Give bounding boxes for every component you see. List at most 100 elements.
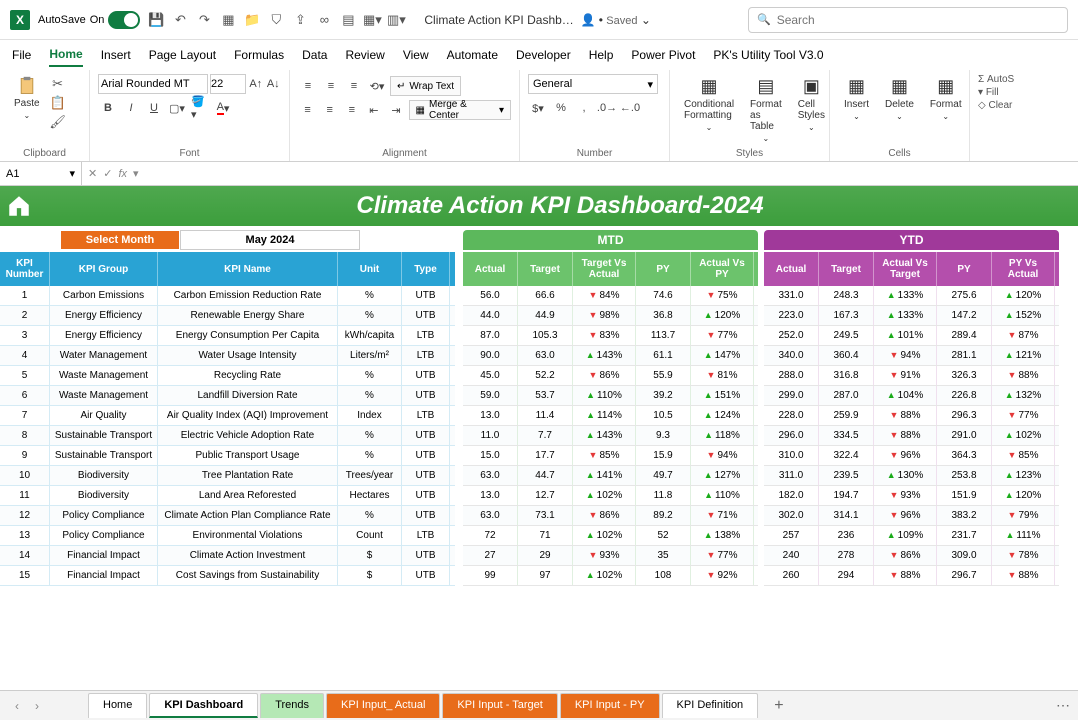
decrease-font-icon[interactable]: A↓	[266, 74, 282, 94]
table-row[interactable]: 5Waste ManagementRecycling Rate%UTB	[0, 366, 455, 386]
toggle-switch-icon[interactable]	[108, 11, 140, 29]
format-cells-button[interactable]: ▦Format⌄	[924, 74, 968, 123]
col-type[interactable]: Type	[402, 252, 450, 286]
table-row[interactable]: 12Policy ComplianceClimate Action Plan C…	[0, 506, 455, 526]
table-row[interactable]: 182.0194.7▼93%151.9▲120%	[764, 486, 1059, 506]
col-kpi-number[interactable]: KPI Number	[0, 252, 50, 286]
table-row[interactable]: 331.0248.3▲133%275.6▲120%	[764, 286, 1059, 306]
confirm-formula-icon[interactable]: ✓	[103, 167, 112, 180]
col-mtd-apy[interactable]: Actual Vs PY	[691, 252, 754, 286]
table3-icon[interactable]: ▥▾	[388, 12, 404, 28]
menu-tab-formulas[interactable]: Formulas	[234, 44, 284, 66]
sheet-tab-kpi-dashboard[interactable]: KPI Dashboard	[149, 693, 258, 718]
table-row[interactable]: 11.07.7▲143%9.3▲118%	[463, 426, 758, 446]
autosum-button[interactable]: Σ AutoS	[978, 74, 1022, 85]
decrease-decimal-icon[interactable]: ←.0	[620, 98, 640, 118]
worksheet-area[interactable]: Climate Action KPI Dashboard-2024 Select…	[0, 186, 1078, 690]
menu-tab-data[interactable]: Data	[302, 44, 327, 66]
search-box[interactable]: 🔍	[748, 7, 1068, 33]
font-name-select[interactable]	[98, 74, 208, 94]
table-row[interactable]: 11BiodiversityLand Area ReforestedHectar…	[0, 486, 455, 506]
col-unit[interactable]: Unit	[338, 252, 402, 286]
menu-tab-developer[interactable]: Developer	[516, 44, 571, 66]
fill-color-button[interactable]: 🪣▾	[190, 98, 210, 118]
clear-button[interactable]: ◇ Clear	[978, 100, 1022, 111]
currency-icon[interactable]: $▾	[528, 98, 548, 118]
merge-center-button[interactable]: ▦ Merge & Center ▾	[409, 100, 511, 120]
font-color-button[interactable]: A▾	[213, 98, 233, 118]
table-row[interactable]: 310.0322.4▼96%364.3▼85%	[764, 446, 1059, 466]
underline-button[interactable]: U	[144, 98, 164, 118]
percent-icon[interactable]: %	[551, 98, 571, 118]
align-center-icon[interactable]: ≡	[320, 100, 339, 120]
table-row[interactable]: 340.0360.4▼94%281.1▲121%	[764, 346, 1059, 366]
col-ytd-avt[interactable]: Actual Vs Target	[874, 252, 937, 286]
name-box[interactable]: A1▾	[0, 162, 82, 185]
table-row[interactable]: 6Waste ManagementLandfill Diversion Rate…	[0, 386, 455, 406]
paste-button[interactable]: Paste ⌄	[8, 74, 46, 122]
col-mtd-target[interactable]: Target	[518, 252, 573, 286]
table-row[interactable]: 260294▼88%296.7▼88%	[764, 566, 1059, 586]
table-row[interactable]: 223.0167.3▲133%147.2▲152%	[764, 306, 1059, 326]
sheet-tab-kpi-input-target[interactable]: KPI Input - Target	[442, 693, 557, 718]
italic-button[interactable]: I	[121, 98, 141, 118]
menu-tab-file[interactable]: File	[12, 44, 31, 66]
table-row[interactable]: 59.053.7▲110%39.2▲151%	[463, 386, 758, 406]
menu-tab-help[interactable]: Help	[589, 44, 614, 66]
col-kpi-group[interactable]: KPI Group	[50, 252, 158, 286]
table-row[interactable]: 299.0287.0▲104%226.8▲132%	[764, 386, 1059, 406]
wrap-text-button[interactable]: ↵ Wrap Text	[390, 76, 461, 96]
table-row[interactable]: 288.0316.8▼91%326.3▼88%	[764, 366, 1059, 386]
table-row[interactable]: 44.044.9▼98%36.8▲120%	[463, 306, 758, 326]
format-painter-icon[interactable]: 🖌	[50, 114, 66, 130]
grid-icon[interactable]: ▦	[220, 12, 236, 28]
filter-icon[interactable]: ⛉	[268, 12, 284, 28]
format-as-table-button[interactable]: ▤Format as Table⌄	[744, 74, 788, 145]
sheet-tab-home[interactable]: Home	[88, 693, 147, 718]
table-row[interactable]: 4Water ManagementWater Usage IntensityLi…	[0, 346, 455, 366]
align-left-icon[interactable]: ≡	[298, 100, 317, 120]
document-title[interactable]: Climate Action KPI Dashb… 👤 • Saved ⌄	[424, 13, 740, 27]
table-row[interactable]: 302.0314.1▼96%383.2▼79%	[764, 506, 1059, 526]
table-row[interactable]: 9Sustainable TransportPublic Transport U…	[0, 446, 455, 466]
table-row[interactable]: 63.044.7▲141%49.7▲127%	[463, 466, 758, 486]
table-row[interactable]: 311.0239.5▲130%253.8▲123%	[764, 466, 1059, 486]
table-row[interactable]: 15.017.7▼85%15.9▼94%	[463, 446, 758, 466]
table-row[interactable]: 14Financial ImpactClimate Action Investm…	[0, 546, 455, 566]
table-row[interactable]: 2Energy EfficiencyRenewable Energy Share…	[0, 306, 455, 326]
col-mtd-py[interactable]: PY	[636, 252, 691, 286]
share-icon[interactable]: ⇪	[292, 12, 308, 28]
align-bottom-icon[interactable]: ≡	[344, 76, 364, 96]
table-row[interactable]: 13.012.7▲102%11.8▲110%	[463, 486, 758, 506]
table-icon[interactable]: ▤	[340, 12, 356, 28]
table-row[interactable]: 45.052.2▼86%55.9▼81%	[463, 366, 758, 386]
formula-input[interactable]	[145, 168, 1078, 180]
table-row[interactable]: 13Policy ComplianceEnvironmental Violati…	[0, 526, 455, 546]
conditional-formatting-button[interactable]: ▦Conditional Formatting⌄	[678, 74, 740, 134]
sheet-tab-kpi-input-actual[interactable]: KPI Input_ Actual	[326, 693, 440, 718]
sheet-tab-kpi-definition[interactable]: KPI Definition	[662, 693, 759, 718]
sheet-tab-kpi-input-py[interactable]: KPI Input - PY	[560, 693, 660, 718]
table-row[interactable]: 240278▼86%309.0▼78%	[764, 546, 1059, 566]
cancel-formula-icon[interactable]: ✕	[88, 167, 97, 180]
table-row[interactable]: 63.073.1▼86%89.2▼71%	[463, 506, 758, 526]
cell-styles-button[interactable]: ▣Cell Styles⌄	[792, 74, 831, 134]
orientation-icon[interactable]: ⟲▾	[367, 76, 387, 96]
table-row[interactable]: 90.063.0▲143%61.1▲147%	[463, 346, 758, 366]
table-row[interactable]: 15Financial ImpactCost Savings from Sust…	[0, 566, 455, 586]
table-row[interactable]: 56.066.6▼84%74.6▼75%	[463, 286, 758, 306]
col-ytd-target[interactable]: Target	[819, 252, 874, 286]
font-size-select[interactable]	[210, 74, 246, 94]
month-selector[interactable]: May 2024	[180, 230, 360, 250]
table-row[interactable]: 13.011.4▲114%10.5▲124%	[463, 406, 758, 426]
align-right-icon[interactable]: ≡	[342, 100, 361, 120]
border-button[interactable]: ▢▾	[167, 98, 187, 118]
menu-tab-review[interactable]: Review	[345, 44, 384, 66]
home-icon[interactable]	[6, 193, 32, 219]
align-middle-icon[interactable]: ≡	[321, 76, 341, 96]
table-row[interactable]: 228.0259.9▼88%296.3▼77%	[764, 406, 1059, 426]
table-row[interactable]: 7Air QualityAir Quality Index (AQI) Impr…	[0, 406, 455, 426]
copy-icon[interactable]: 📋	[50, 95, 66, 111]
col-ytd-pva[interactable]: PY Vs Actual	[992, 252, 1055, 286]
table-row[interactable]: 8Sustainable TransportElectric Vehicle A…	[0, 426, 455, 446]
